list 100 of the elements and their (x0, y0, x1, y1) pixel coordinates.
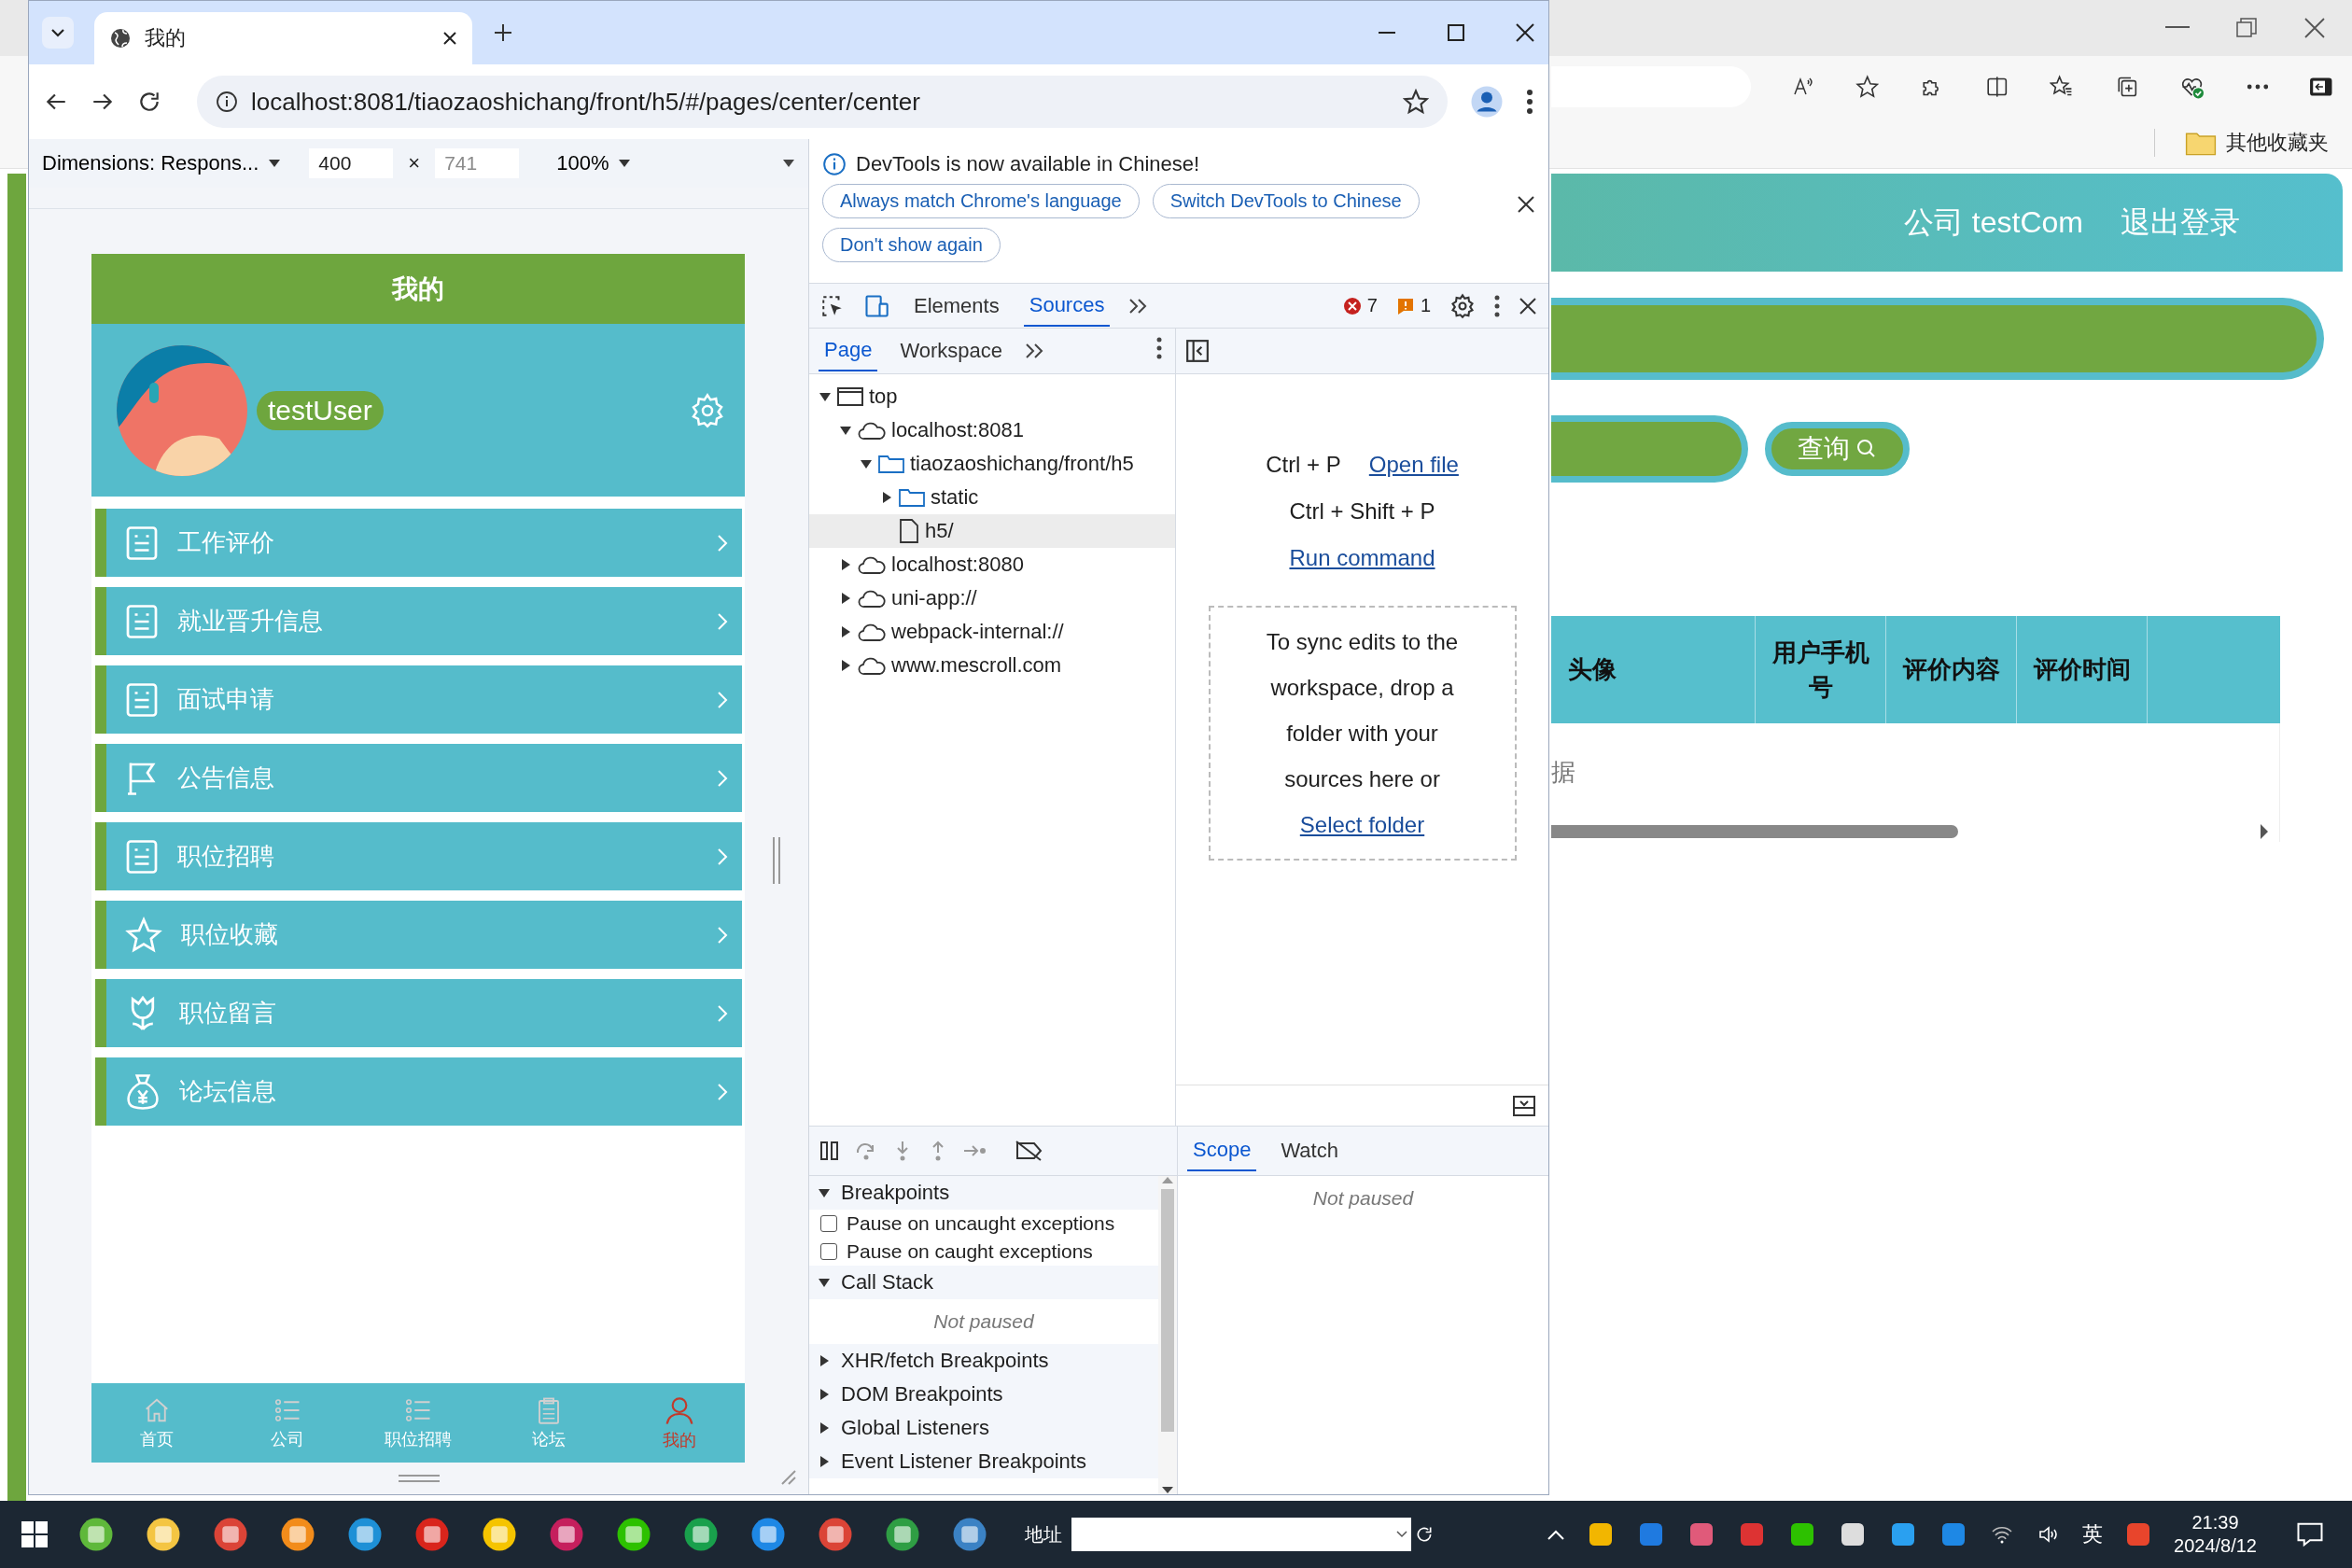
column-header: 评价时间 (2016, 616, 2147, 723)
caret-icon[interactable] (819, 391, 831, 402)
notice-button[interactable]: Don't show again (822, 228, 1001, 262)
select-folder-link[interactable]: Select folder (1299, 802, 1425, 847)
username-badge: testUser (257, 390, 384, 430)
star-icon (125, 916, 162, 954)
section-header[interactable]: DOM Breakpoints (809, 1378, 1158, 1411)
address-field[interactable] (1071, 1518, 1411, 1551)
close-icon[interactable] (1519, 296, 1537, 315)
caret-icon[interactable] (861, 458, 872, 469)
caret-icon[interactable] (881, 492, 892, 503)
money-bag-icon (125, 1071, 161, 1112)
section-header[interactable]: Breakpoints (809, 1176, 1158, 1210)
sidebar-tab[interactable]: Watch (1275, 1131, 1344, 1170)
ime-indicator[interactable]: 英 (2082, 1520, 2103, 1548)
tree-item[interactable]: top (809, 380, 1175, 413)
maximize-icon[interactable] (1446, 22, 1466, 43)
notice-button[interactable]: Always match Chrome's language (822, 184, 1140, 218)
browser-tab[interactable]: 我的 (94, 12, 472, 64)
dimensions-dropdown[interactable]: Dimensions: Respons... (29, 147, 295, 179)
dropdown-icon[interactable] (1396, 1531, 1407, 1538)
minimize-icon[interactable] (2165, 26, 2190, 30)
clock[interactable]: 21:39 2024/8/12 (2174, 1511, 2257, 1558)
dropdown-icon[interactable] (782, 159, 795, 168)
notice-button[interactable]: Switch DevTools to Chinese (1152, 184, 1420, 218)
tree-item[interactable]: www.mescroll.com (809, 649, 1175, 682)
settings-icon[interactable] (1449, 292, 1476, 319)
scrollbar-thumb[interactable] (1551, 825, 1958, 838)
caret-icon[interactable] (840, 593, 851, 604)
scroll-down-icon[interactable] (1162, 1487, 1173, 1494)
new-tab-icon[interactable] (493, 22, 513, 43)
status-text: Not paused (1311, 1186, 1415, 1211)
device-toolbar-icon[interactable] (863, 293, 889, 318)
resize-handle[interactable] (398, 1473, 440, 1483)
more-icon[interactable] (2246, 82, 2269, 91)
tree-item[interactable]: tiaozaoshichang/front/h5 (809, 447, 1175, 481)
checkbox-label[interactable]: Pause on uncaught exceptions (847, 1212, 1115, 1235)
collapse-sidebar-icon[interactable] (1185, 339, 1210, 363)
chevron-icon (716, 689, 729, 710)
checkbox[interactable] (820, 1243, 837, 1260)
list-icon (125, 680, 159, 719)
deactivate-breakpoints-icon[interactable] (1015, 1140, 1044, 1162)
restore-icon[interactable] (2236, 18, 2257, 38)
caret-icon[interactable] (840, 660, 851, 671)
notification-icon[interactable] (2296, 1521, 2324, 1547)
info-icon[interactable] (216, 91, 238, 113)
section-header[interactable]: XHR/fetch Breakpoints (809, 1344, 1158, 1378)
more-icon[interactable] (1494, 294, 1500, 317)
tree-item[interactable]: h5/ (809, 514, 1175, 548)
checkbox-label[interactable]: Pause on caught exceptions (847, 1240, 1093, 1263)
more-icon[interactable] (1526, 89, 1533, 115)
zoom-dropdown[interactable]: 100% (543, 147, 645, 179)
sidebar-tab[interactable]: Scope (1187, 1130, 1257, 1171)
profile-icon[interactable] (1470, 85, 1504, 119)
search-field[interactable] (1551, 415, 1748, 483)
tree-item[interactable]: uni-app:// (809, 581, 1175, 615)
refresh-icon[interactable] (1415, 1525, 1434, 1544)
drawer-icon[interactable] (1513, 1095, 1535, 1116)
caret-icon[interactable] (840, 425, 851, 436)
chevron-icon (716, 767, 729, 789)
warning-count[interactable]: 1 (1420, 295, 1431, 316)
width-field[interactable]: 400 (309, 148, 394, 178)
address-bar[interactable]: localhost:8081/tiaozaoshichang/front/h5/#/pages/center/center (197, 76, 1448, 128)
navigator-tab[interactable]: Workspace (894, 331, 1009, 371)
scrollbar-thumb[interactable] (1161, 1189, 1174, 1432)
caret-icon[interactable] (840, 626, 851, 637)
open-file-link[interactable]: Open file (1368, 452, 1459, 478)
close-icon[interactable] (2303, 17, 2326, 39)
reload-icon[interactable] (137, 90, 161, 114)
resize-handle[interactable] (772, 837, 781, 884)
section-header[interactable]: Event Listener Breakpoints (809, 1445, 1158, 1478)
run-command-link[interactable]: Run command (1289, 545, 1435, 571)
tree-item[interactable]: static (809, 481, 1175, 514)
tree-item[interactable]: localhost:8080 (809, 548, 1175, 581)
error-count[interactable]: 7 (1366, 295, 1378, 316)
section-header[interactable]: Call Stack (809, 1266, 1158, 1299)
chevron-icon (716, 532, 729, 553)
more-icon[interactable] (1156, 337, 1162, 359)
caret-icon[interactable] (840, 559, 851, 570)
tab-search-button[interactable] (42, 17, 74, 49)
pause-icon[interactable] (819, 1140, 841, 1162)
tree-item[interactable]: webpack-internal:// (809, 615, 1175, 649)
chevron-up-icon[interactable] (1547, 1528, 1565, 1541)
panel-tab[interactable]: Elements (908, 286, 1005, 326)
section-header[interactable]: Global Listeners (809, 1411, 1158, 1445)
start-icon[interactable] (21, 1520, 49, 1548)
bookmark-label[interactable]: 其他收藏夹 (2226, 128, 2329, 157)
file-icon (899, 519, 919, 543)
close-icon[interactable] (1515, 22, 1535, 43)
panel-tab[interactable]: Sources (1023, 285, 1111, 327)
chevron-icon (716, 1002, 729, 1024)
navigator-tab[interactable]: Page (819, 330, 878, 371)
scroll-right-icon[interactable] (2259, 822, 2270, 841)
tree-item[interactable]: localhost:8081 (809, 413, 1175, 447)
close-icon[interactable] (1517, 195, 1535, 214)
company-name: 公司 testCom (1903, 203, 2083, 241)
chevron-icon (716, 610, 729, 632)
star-icon[interactable] (1403, 89, 1429, 115)
close-icon[interactable] (442, 31, 457, 46)
checkbox[interactable] (820, 1215, 837, 1232)
